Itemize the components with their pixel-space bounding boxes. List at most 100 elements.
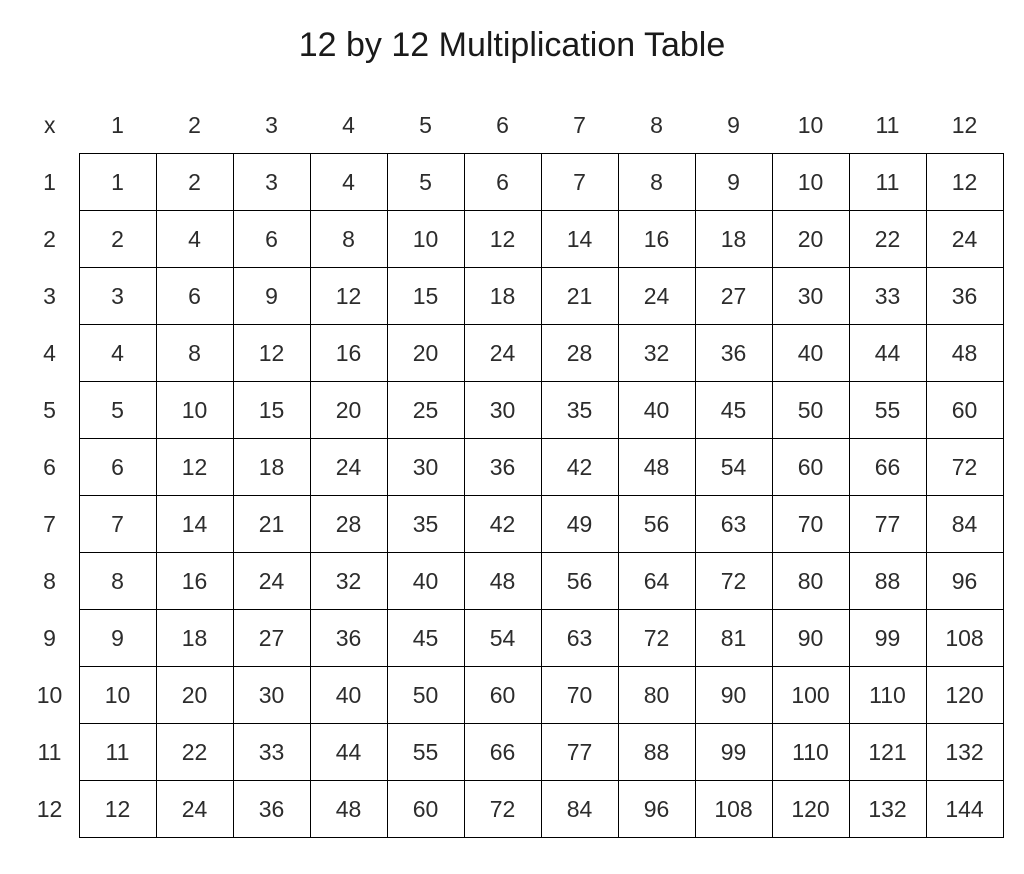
table-cell: 70: [772, 496, 849, 553]
row-header: 1: [21, 154, 80, 211]
table-cell: 42: [464, 496, 541, 553]
table-cell: 108: [695, 781, 772, 838]
table-cell: 12: [79, 781, 156, 838]
table-cell: 81: [695, 610, 772, 667]
table-cell: 40: [387, 553, 464, 610]
table-row: 11112233445566778899110121132: [21, 724, 1004, 781]
table-cell: 3: [79, 268, 156, 325]
table-cell: 24: [310, 439, 387, 496]
table-cell: 18: [695, 211, 772, 268]
table-cell: 35: [541, 382, 618, 439]
table-cell: 24: [464, 325, 541, 382]
col-header: 10: [772, 97, 849, 154]
table-cell: 22: [849, 211, 926, 268]
table-cell: 10: [387, 211, 464, 268]
table-cell: 28: [541, 325, 618, 382]
table-cell: 36: [695, 325, 772, 382]
table-cell: 48: [464, 553, 541, 610]
table-cell: 3: [233, 154, 310, 211]
table-cell: 36: [233, 781, 310, 838]
table-cell: 4: [310, 154, 387, 211]
table-cell: 84: [541, 781, 618, 838]
table-cell: 20: [387, 325, 464, 382]
table-cell: 24: [156, 781, 233, 838]
row-header: 10: [21, 667, 80, 724]
table-cell: 55: [387, 724, 464, 781]
col-header: 11: [849, 97, 926, 154]
table-cell: 99: [695, 724, 772, 781]
table-cell: 60: [387, 781, 464, 838]
table-cell: 50: [772, 382, 849, 439]
table-cell: 44: [310, 724, 387, 781]
table-cell: 10: [156, 382, 233, 439]
table-cell: 55: [849, 382, 926, 439]
table-cell: 110: [849, 667, 926, 724]
table-row: 551015202530354045505560: [21, 382, 1004, 439]
table-cell: 40: [310, 667, 387, 724]
table-cell: 24: [233, 553, 310, 610]
table-cell: 15: [387, 268, 464, 325]
table-cell: 8: [618, 154, 695, 211]
row-header: 11: [21, 724, 80, 781]
table-cell: 25: [387, 382, 464, 439]
col-header: 1: [79, 97, 156, 154]
table-header-row: x 1 2 3 4 5 6 7 8 9 10 11 12: [21, 97, 1004, 154]
table-cell: 14: [541, 211, 618, 268]
col-header: 4: [310, 97, 387, 154]
table-cell: 110: [772, 724, 849, 781]
row-header: 6: [21, 439, 80, 496]
table-cell: 22: [156, 724, 233, 781]
table-row: 661218243036424854606672: [21, 439, 1004, 496]
table-cell: 24: [926, 211, 1003, 268]
table-cell: 120: [772, 781, 849, 838]
col-header: 3: [233, 97, 310, 154]
table-cell: 10: [79, 667, 156, 724]
table-cell: 45: [695, 382, 772, 439]
table-cell: 1: [79, 154, 156, 211]
table-cell: 40: [772, 325, 849, 382]
table-cell: 30: [387, 439, 464, 496]
table-cell: 20: [156, 667, 233, 724]
table-cell: 5: [387, 154, 464, 211]
row-header: 3: [21, 268, 80, 325]
row-header: 12: [21, 781, 80, 838]
table-cell: 7: [79, 496, 156, 553]
table-cell: 10: [772, 154, 849, 211]
table-cell: 18: [156, 610, 233, 667]
table-cell: 36: [310, 610, 387, 667]
table-cell: 72: [695, 553, 772, 610]
table-cell: 6: [156, 268, 233, 325]
table-cell: 36: [926, 268, 1003, 325]
row-header: 9: [21, 610, 80, 667]
table-cell: 60: [926, 382, 1003, 439]
table-cell: 90: [772, 610, 849, 667]
table-cell: 21: [233, 496, 310, 553]
table-cell: 18: [464, 268, 541, 325]
row-header: 5: [21, 382, 80, 439]
table-row: 1123456789101112: [21, 154, 1004, 211]
table-cell: 6: [233, 211, 310, 268]
table-row: 3369121518212427303336: [21, 268, 1004, 325]
table-cell: 4: [79, 325, 156, 382]
row-header: 4: [21, 325, 80, 382]
col-header: 12: [926, 97, 1003, 154]
table-cell: 8: [79, 553, 156, 610]
table-body: 1123456789101112224681012141618202224336…: [21, 154, 1004, 838]
table-cell: 44: [849, 325, 926, 382]
table-cell: 100: [772, 667, 849, 724]
table-cell: 56: [541, 553, 618, 610]
table-cell: 21: [541, 268, 618, 325]
table-cell: 120: [926, 667, 1003, 724]
table-cell: 60: [464, 667, 541, 724]
table-row: 881624324048566472808896: [21, 553, 1004, 610]
table-cell: 49: [541, 496, 618, 553]
table-cell: 63: [695, 496, 772, 553]
table-cell: 50: [387, 667, 464, 724]
table-cell: 64: [618, 553, 695, 610]
table-cell: 48: [926, 325, 1003, 382]
table-cell: 32: [618, 325, 695, 382]
table-cell: 2: [156, 154, 233, 211]
corner-cell: x: [21, 97, 80, 154]
table-cell: 24: [618, 268, 695, 325]
table-cell: 15: [233, 382, 310, 439]
